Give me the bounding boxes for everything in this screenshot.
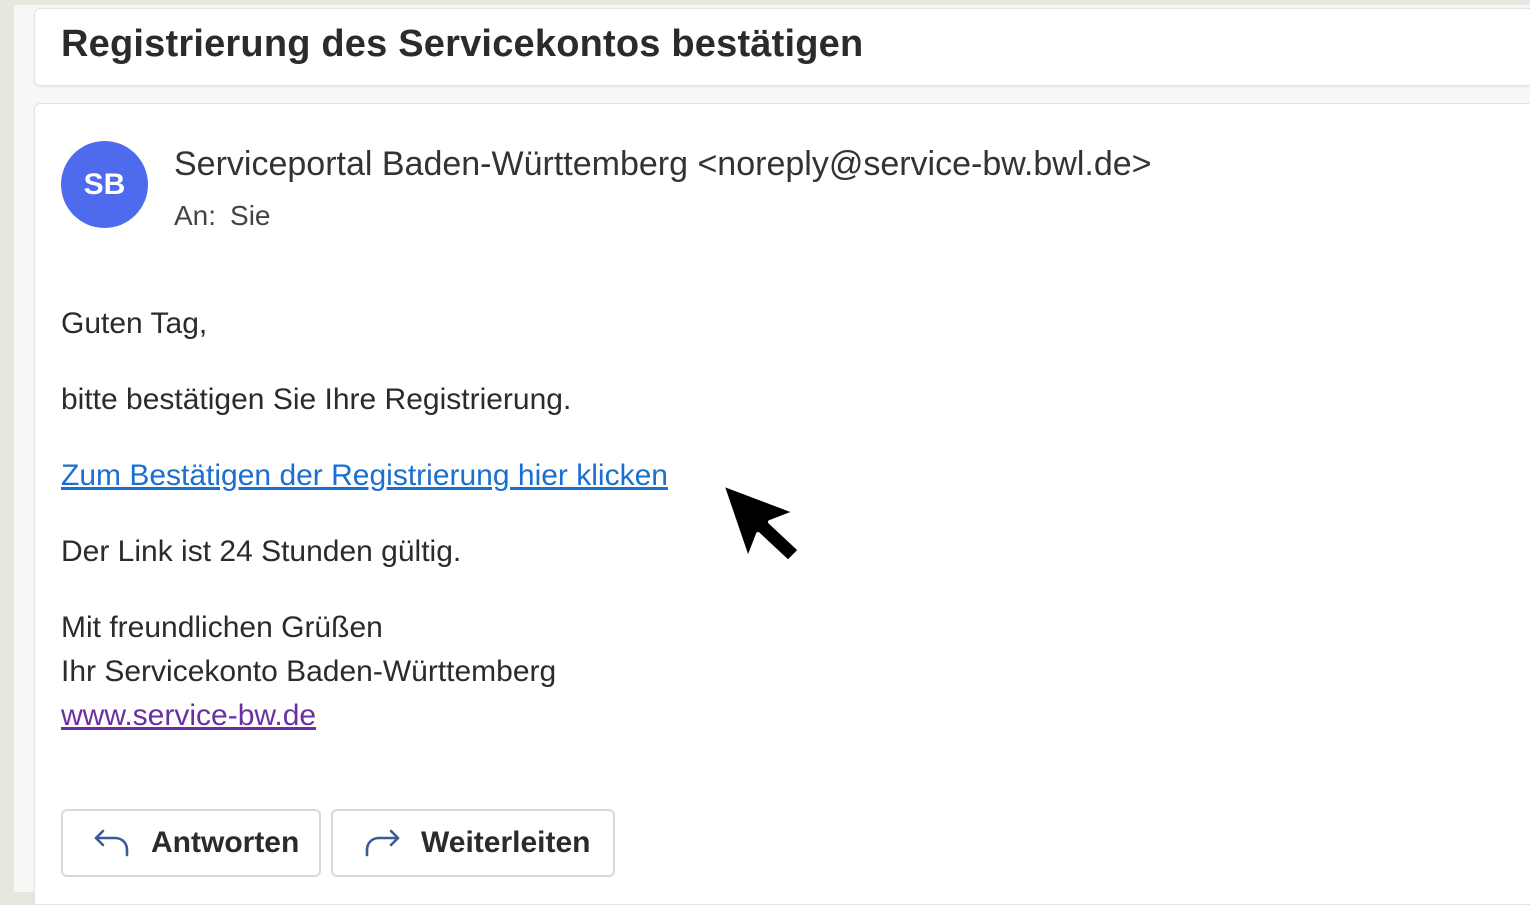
sender-name[interactable]: Serviceportal Baden-Württemberg <noreply… [174,145,1152,184]
closing-text: Mit freundlichen Grüßen [61,611,383,644]
sender-avatar[interactable]: SB [61,141,148,228]
reply-icon [94,829,129,857]
recipient-line: An: Sie [174,200,271,232]
link-validity-text: Der Link ist 24 Stunden gültig. [61,535,462,568]
forward-icon [365,829,400,857]
forward-label: Weiterleiten [421,826,591,859]
recipient-label: An: [174,200,217,231]
mouse-cursor-icon [720,482,802,564]
signature-text: Ihr Servicekonto Baden-Württemberg [61,655,557,688]
email-subject: Registrierung des Servicekontos bestätig… [61,23,864,65]
website-link[interactable]: www.service-bw.de [61,699,316,732]
reply-label: Antworten [151,826,300,859]
confirm-registration-link[interactable]: Zum Bestätigen der Registrierung hier kl… [61,459,668,492]
subject-header: Registrierung des Servicekontos bestätig… [34,8,1530,86]
forward-button[interactable]: Weiterleiten [331,809,615,877]
recipient-value[interactable]: Sie [230,200,270,231]
greeting-text: Guten Tag, [61,307,208,340]
body-line-confirm: bitte bestätigen Sie Ihre Registrierung. [61,383,572,416]
reply-button[interactable]: Antworten [61,809,321,877]
